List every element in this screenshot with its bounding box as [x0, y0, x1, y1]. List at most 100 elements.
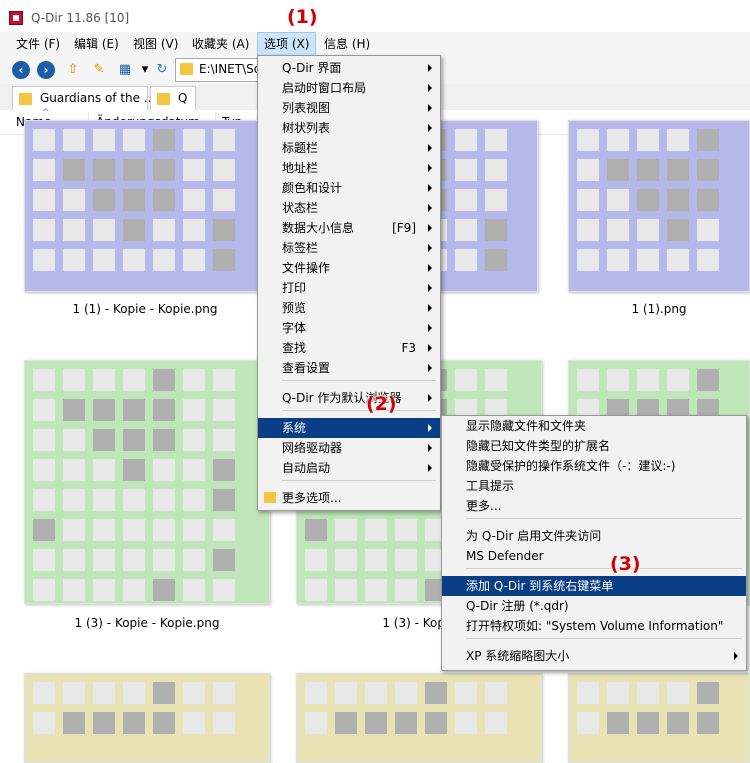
options-menu-item[interactable]: 预览 [258, 298, 440, 318]
thumbnail-cell [63, 459, 85, 481]
thumbnail-cell [365, 712, 387, 734]
tab-q[interactable]: Q [150, 86, 196, 110]
options-menu-item[interactable]: 启动时窗口布局 [258, 78, 440, 98]
annotation-1: (1) [287, 6, 318, 28]
thumbnail-cell [63, 489, 85, 511]
thumbnail[interactable] [568, 120, 750, 292]
options-menu-item[interactable]: 数据大小信息 [F9] [258, 218, 440, 238]
menu-item-label: 添加 Q-Dir 到系统右键菜单 [466, 579, 614, 593]
thumbnail-cell [93, 579, 115, 601]
system-menu-item[interactable]: 更多... [442, 496, 746, 516]
thumbnail-cell [213, 519, 235, 541]
thumbnail[interactable] [24, 360, 270, 604]
thumbnail-cell [455, 249, 477, 271]
thumbnail-cell [153, 129, 175, 151]
options-menu-item[interactable]: 系统 [258, 418, 440, 438]
thumbnail-caption[interactable]: 1 (3) - Kopie - Kopie.png [24, 616, 270, 630]
up-folder-icon[interactable]: ⇧ [64, 61, 82, 79]
thumbnail-cell [697, 189, 719, 211]
thumbnail-cell [697, 249, 719, 271]
app-icon[interactable] [9, 11, 23, 25]
system-menu-item[interactable]: Q-Dir 注册 (*.qdr) [442, 596, 746, 616]
back-icon[interactable]: ‹ [12, 61, 30, 79]
chevron-down-icon[interactable]: ▾ [136, 61, 154, 79]
options-menu-item[interactable]: 自动启动 [258, 458, 440, 478]
submenu-arrow-icon [428, 184, 432, 192]
system-menu-item[interactable]: 为 Q-Dir 启用文件夹访问 [442, 526, 746, 546]
options-menu-item[interactable]: 打印 [258, 278, 440, 298]
thumbnail-cell [123, 489, 145, 511]
thumbnail-cell [485, 189, 507, 211]
system-menu-item[interactable]: 隐藏已知文件类型的扩展名 [442, 436, 746, 456]
options-menu-item[interactable]: 查看设置 [258, 358, 440, 378]
menu-item-label: 标签栏 [282, 241, 319, 255]
thumbnail-cell [335, 712, 357, 734]
thumbnail-cell [425, 712, 447, 734]
thumbnail-cell [667, 159, 689, 181]
menu-item-label: 更多... [466, 499, 502, 513]
view-mode-icon[interactable]: ▦ [116, 61, 134, 79]
menu-separator [466, 568, 742, 569]
menu-options[interactable]: 选项 (X) [257, 32, 317, 56]
options-menu-item[interactable]: 查找 F3 [258, 338, 440, 358]
menu-file[interactable]: 文件 (F) [10, 32, 66, 56]
thumbnail-cell [33, 519, 55, 541]
options-menu-item[interactable]: 标题栏 [258, 138, 440, 158]
thumbnail-cell [305, 712, 327, 734]
thumbnail-cell [607, 369, 629, 391]
options-menu-item[interactable]: Q-Dir 界面 [258, 58, 440, 78]
menu-item-label: 字体 [282, 321, 307, 335]
options-menu-item[interactable]: 树状列表 [258, 118, 440, 138]
tab-guardians[interactable]: Guardians of the ... [12, 86, 155, 110]
system-menu-item[interactable]: 添加 Q-Dir 到系统右键菜单 [442, 576, 746, 596]
thumbnail-cell [667, 219, 689, 241]
address-text[interactable]: E:\INET\So [199, 62, 261, 76]
system-menu-item[interactable]: XP 系统缩略图大小 [442, 646, 746, 666]
new-folder-icon[interactable]: ✎ [90, 61, 108, 79]
thumbnail-cell [607, 129, 629, 151]
options-menu-item[interactable]: 状态栏 [258, 198, 440, 218]
folder-icon [180, 63, 193, 75]
thumbnail-cell [607, 159, 629, 181]
options-menu-item[interactable]: 文件操作 [258, 258, 440, 278]
submenu-arrow-icon [428, 344, 432, 352]
system-menu-item[interactable]: MS Defender [442, 546, 746, 566]
options-menu-item[interactable]: 标签栏 [258, 238, 440, 258]
menu-separator [282, 380, 436, 381]
thumbnail-cell [485, 712, 507, 734]
menu-edit[interactable]: 编辑 (E) [68, 32, 125, 56]
options-dropdown: Q-Dir 界面 启动时窗口布局 列表视图 树状列表 标题栏地址栏颜色和设计 状态栏 数据大… [257, 55, 441, 511]
system-menu-item[interactable]: 打开特权项如: "System Volume Information" [442, 616, 746, 636]
refresh-icon[interactable]: ↻ [153, 61, 171, 79]
system-menu-item[interactable]: 显示隐藏文件和文件夹 [442, 416, 746, 436]
thumbnail-caption[interactable]: 1 (1) - Kopie - Kopie.png [24, 302, 266, 316]
thumbnail-caption[interactable]: 1 (1).png [568, 302, 750, 316]
menu-favorites[interactable]: 收藏夹 (A) [186, 32, 255, 56]
options-menu-item[interactable]: 地址栏 [258, 158, 440, 178]
thumbnail-cell [93, 249, 115, 271]
menu-info[interactable]: 信息 (H) [318, 32, 376, 56]
options-menu-item[interactable]: Q-Dir 作为默认浏览器 [258, 388, 440, 408]
forward-icon[interactable]: › [37, 61, 55, 79]
thumbnail-cell [485, 219, 507, 241]
folder-icon [264, 492, 276, 503]
options-menu-item[interactable]: 字体 [258, 318, 440, 338]
thumbnail-cell [213, 399, 235, 421]
thumbnail-cell [153, 369, 175, 391]
menu-view[interactable]: 视图 (V) [127, 32, 184, 56]
options-menu-item[interactable]: 更多选项... [258, 488, 440, 508]
options-menu-item[interactable]: 列表视图 [258, 98, 440, 118]
thumbnail-cell [213, 159, 235, 181]
menu-item-label: 地址栏 [282, 161, 319, 175]
thumbnail-cell [577, 249, 599, 271]
thumbnail-cell [607, 219, 629, 241]
options-menu-item[interactable]: 网络驱动器 [258, 438, 440, 458]
system-menu-item[interactable]: 工具提示 [442, 476, 746, 496]
system-menu-item[interactable]: 隐藏受保护的操作系统文件（-：建议:-) [442, 456, 746, 476]
thumbnail-cell [697, 219, 719, 241]
thumbnail-cell [667, 712, 689, 734]
options-menu-item[interactable]: 颜色和设计 [258, 178, 440, 198]
tab-label: Q [178, 91, 188, 105]
thumbnail[interactable] [24, 120, 266, 292]
thumbnail-cell [153, 579, 175, 601]
